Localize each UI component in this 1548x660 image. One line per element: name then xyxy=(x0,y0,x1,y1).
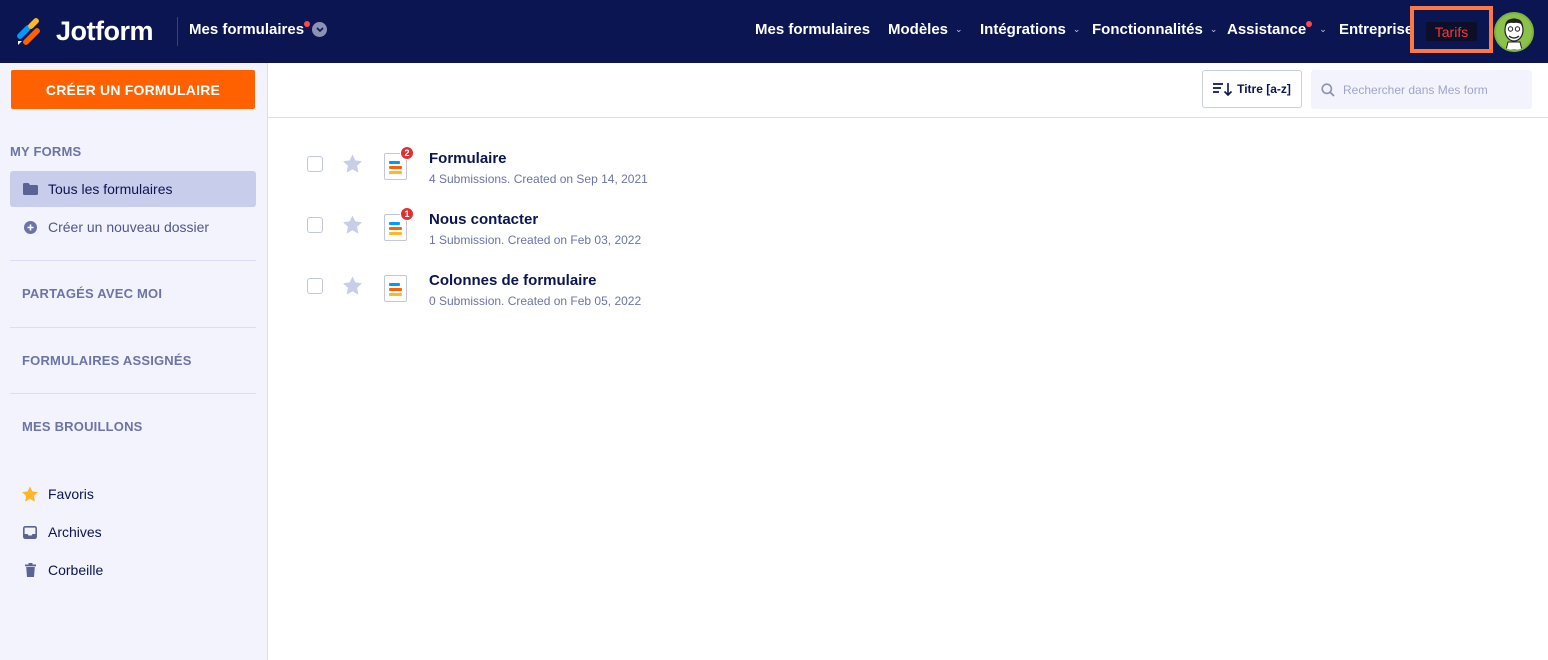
notification-dot xyxy=(1306,20,1313,27)
nav-features[interactable]: Fonctionnalités ⌄ xyxy=(1092,21,1217,38)
folder-icon xyxy=(22,181,38,197)
avatar-face-icon xyxy=(1496,14,1532,50)
nav-integrations-label: Intégrations xyxy=(980,21,1066,38)
form-meta: 1 Submission. Created on Feb 03, 2022 xyxy=(429,233,642,247)
user-avatar[interactable] xyxy=(1494,12,1534,52)
form-title[interactable]: Colonnes de formulaire xyxy=(429,272,597,289)
plus-circle-icon xyxy=(22,219,38,235)
list-toolbar: Titre [a-z] xyxy=(268,63,1548,118)
my-forms-switcher-label: Mes formulaires xyxy=(189,21,305,38)
chevron-down-icon[interactable] xyxy=(312,22,328,37)
star-icon[interactable] xyxy=(343,154,362,173)
form-document-icon xyxy=(384,275,407,302)
star-icon[interactable] xyxy=(343,215,362,234)
form-select-checkbox[interactable] xyxy=(307,156,323,172)
nav-integrations[interactable]: Intégrations ⌄ xyxy=(980,21,1080,38)
sidebar-item-assigned-forms[interactable]: FORMULAIRES ASSIGNÉS xyxy=(22,353,192,368)
form-select-checkbox[interactable] xyxy=(307,217,323,233)
brand-name[interactable]: Jotform xyxy=(56,16,154,47)
nav-my-forms-label: Mes formulaires xyxy=(755,21,871,38)
search-input[interactable] xyxy=(1343,82,1523,97)
sidebar: CRÉER UN FORMULAIRE MY FORMS Tous les fo… xyxy=(0,63,268,660)
nav-support-label: Assistance xyxy=(1227,21,1307,38)
form-title[interactable]: Nous contacter xyxy=(429,211,538,228)
nav-templates[interactable]: Modèles ⌄ xyxy=(888,21,963,38)
sidebar-divider xyxy=(10,260,256,261)
form-list-item[interactable]: 2 Formulaire 4 Submissions. Created on S… xyxy=(307,146,807,190)
top-navigation-bar: Jotform Mes formulaires Mes formulaires … xyxy=(0,0,1548,63)
unread-submissions-badge: 2 xyxy=(400,146,414,160)
form-list-item[interactable]: Colonnes de formulaire 0 Submission. Cre… xyxy=(307,272,807,312)
nav-enterprise[interactable]: Entreprise xyxy=(1339,21,1413,38)
form-list-item[interactable]: 1 Nous contacter 1 Submission. Created o… xyxy=(307,207,807,251)
sidebar-divider xyxy=(10,393,256,394)
star-icon xyxy=(22,486,38,502)
sidebar-item-archives[interactable]: Archives xyxy=(10,514,256,550)
my-forms-header: MY FORMS xyxy=(10,144,82,159)
chevron-down-icon: ⌄ xyxy=(955,24,963,34)
jotform-logo-icon[interactable] xyxy=(15,17,43,47)
form-title[interactable]: Formulaire xyxy=(429,150,507,167)
sort-button[interactable]: Titre [a-z] xyxy=(1202,70,1302,108)
my-forms-switcher[interactable]: Mes formulaires xyxy=(189,20,328,38)
unread-submissions-badge: 1 xyxy=(400,207,414,221)
sort-icon xyxy=(1213,83,1233,96)
star-icon[interactable] xyxy=(343,276,362,295)
sidebar-item-label: Créer un nouveau dossier xyxy=(48,219,210,235)
sidebar-item-label: Archives xyxy=(48,524,102,540)
chevron-down-icon: ⌄ xyxy=(1072,24,1081,34)
nav-divider xyxy=(177,17,178,46)
nav-my-forms[interactable]: Mes formulaires xyxy=(755,21,870,38)
sidebar-divider xyxy=(10,327,256,328)
chevron-down-icon: ⌄ xyxy=(1319,24,1327,34)
nav-support[interactable]: Assistance ⌄ xyxy=(1227,20,1327,38)
sidebar-item-label: Favoris xyxy=(48,486,94,502)
search-icon xyxy=(1321,82,1335,97)
trash-icon xyxy=(22,562,38,578)
sort-label: Titre [a-z] xyxy=(1237,82,1291,96)
sidebar-item-drafts[interactable]: MES BROUILLONS xyxy=(22,419,143,434)
notification-dot xyxy=(304,20,311,27)
nav-features-label: Fonctionnalités xyxy=(1092,21,1203,38)
chevron-down-icon: ⌄ xyxy=(1209,24,1218,34)
search-field[interactable] xyxy=(1311,70,1532,109)
sidebar-item-all-forms[interactable]: Tous les formulaires xyxy=(10,171,256,207)
nav-enterprise-label: Entreprise xyxy=(1339,21,1414,38)
sidebar-item-trash[interactable]: Corbeille xyxy=(10,552,256,588)
create-form-button[interactable]: CRÉER UN FORMULAIRE xyxy=(11,70,255,109)
sidebar-item-label: Tous les formulaires xyxy=(48,181,173,197)
nav-templates-label: Modèles xyxy=(888,21,949,38)
archive-inbox-icon xyxy=(22,524,38,540)
nav-pricing[interactable]: Tarifs xyxy=(1426,22,1477,41)
sidebar-item-label: Corbeille xyxy=(48,562,104,578)
sidebar-item-shared-with-me[interactable]: PARTAGÉS AVEC MOI xyxy=(22,286,162,301)
form-meta: 0 Submission. Created on Feb 05, 2022 xyxy=(429,294,642,308)
sidebar-item-new-folder[interactable]: Créer un nouveau dossier xyxy=(10,209,256,245)
sidebar-item-favorites[interactable]: Favoris xyxy=(10,476,256,512)
form-select-checkbox[interactable] xyxy=(307,278,323,294)
form-meta: 4 Submissions. Created on Sep 14, 2021 xyxy=(429,172,648,186)
